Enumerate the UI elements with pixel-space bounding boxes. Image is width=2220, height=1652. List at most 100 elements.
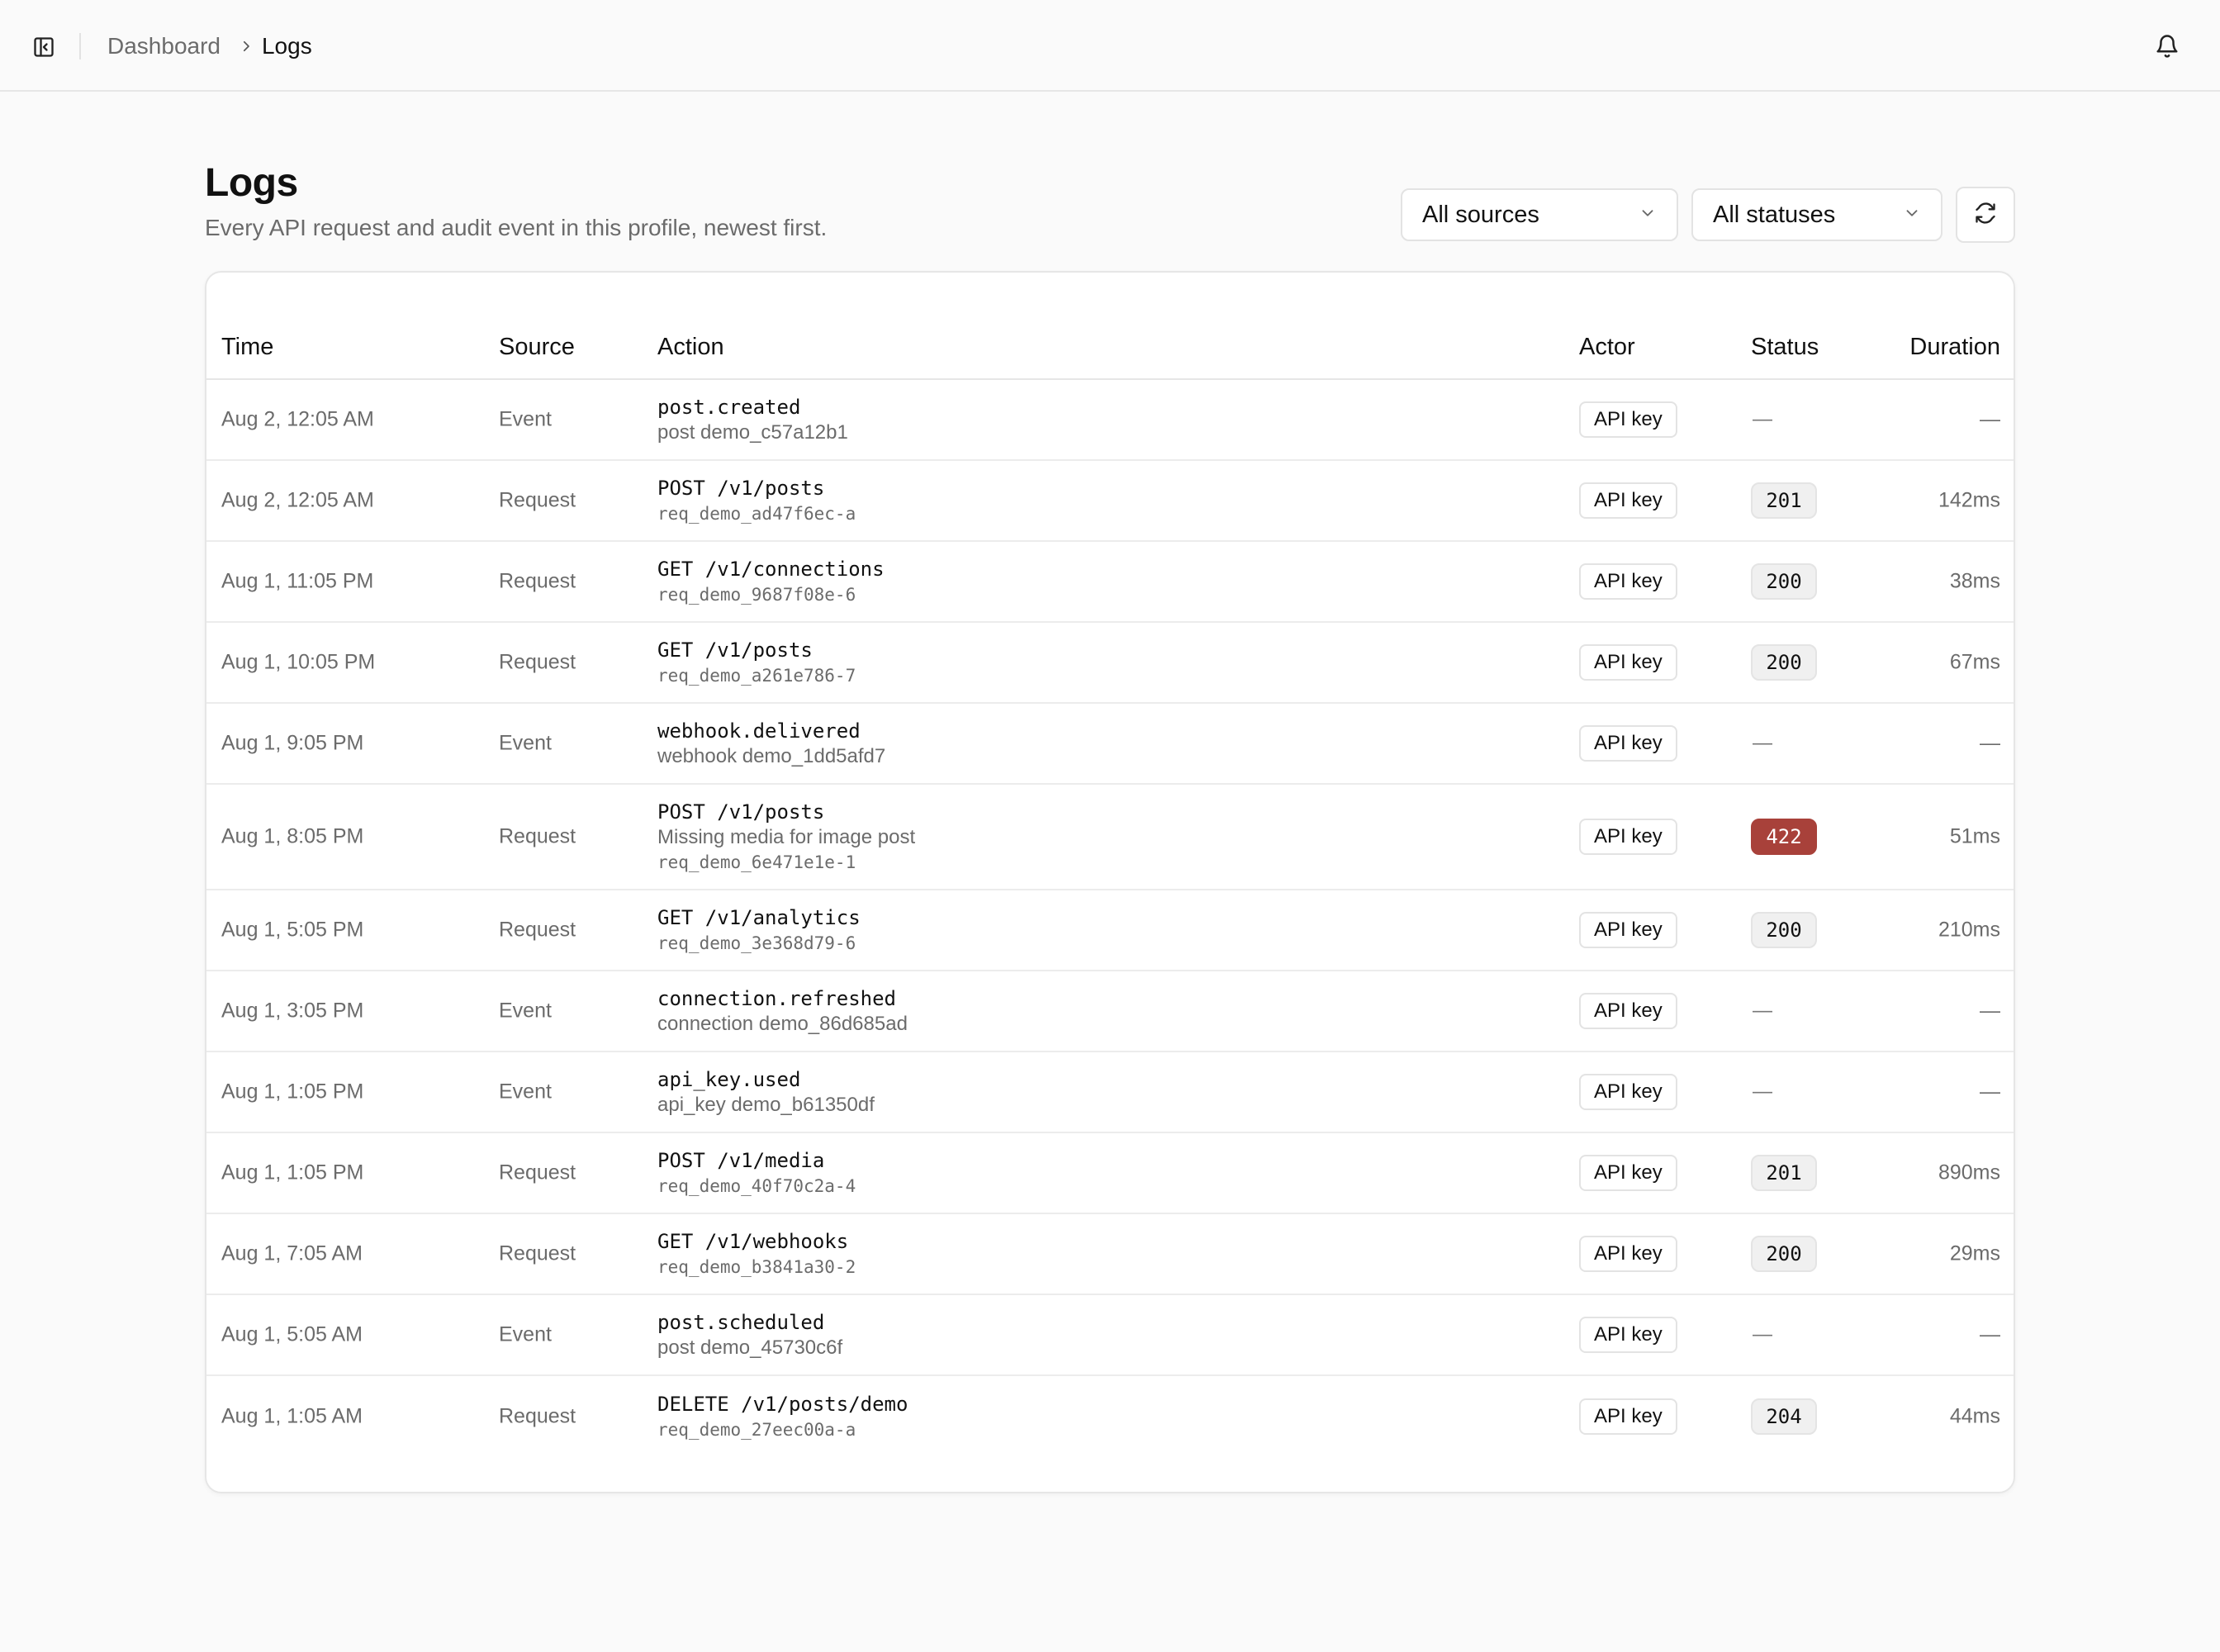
row-action-detail: req_demo_6e471e1e-1	[657, 852, 856, 872]
row-action: api_key.used api_key demo_b61350df	[657, 1066, 875, 1118]
status-badge: 200	[1751, 912, 1817, 948]
row-action-detail: req_demo_ad47f6ec-a	[657, 504, 856, 524]
row-action: webhook.delivered webhook demo_1dd5afd7	[657, 718, 885, 769]
table-row[interactable]: Aug 1, 5:05 PM Request GET /v1/analytics re…	[206, 890, 2014, 971]
row-action: GET /v1/analytics req_demo_3e368d79-6	[657, 904, 861, 956]
row-duration: 29ms	[1949, 1241, 2000, 1265]
row-source: Request	[499, 1161, 576, 1184]
column-header-action: Action	[657, 334, 724, 360]
row-duration: 67ms	[1949, 650, 2000, 674]
row-source: Request	[499, 569, 576, 593]
row-action-name: GET /v1/posts	[657, 638, 813, 662]
row-duration: 142ms	[1938, 488, 2000, 512]
breadcrumb: Dashboard Logs	[107, 0, 312, 92]
table-row[interactable]: Aug 1, 11:05 PM Request GET /v1/connection…	[206, 542, 2014, 623]
table-row[interactable]: Aug 1, 3:05 PM Event connection.refreshed c…	[206, 971, 2014, 1052]
actor-badge: API key	[1579, 912, 1677, 948]
row-source: Request	[499, 650, 576, 674]
row-action-name: POST /v1/posts	[657, 477, 825, 500]
row-time: Aug 1, 11:05 PM	[221, 569, 374, 593]
top-bar: Dashboard Logs	[0, 0, 2220, 92]
table-row[interactable]: Aug 1, 7:05 AM Request GET /v1/webhooks req…	[206, 1214, 2014, 1295]
table-row[interactable]: Aug 1, 1:05 PM Event api_key.used api_key d…	[206, 1052, 2014, 1133]
table-row[interactable]: Aug 1, 1:05 AM Request DELETE /v1/posts/de…	[206, 1376, 2014, 1457]
row-duration: 210ms	[1938, 918, 2000, 942]
row-time: Aug 1, 1:05 AM	[221, 1404, 363, 1428]
actor-badge: API key	[1579, 725, 1677, 762]
row-time: Aug 1, 3:05 PM	[221, 999, 364, 1023]
status-filter-select[interactable]: All statuses	[1691, 188, 1942, 241]
actor-badge: API key	[1579, 1074, 1677, 1110]
row-source: Request	[499, 1404, 576, 1428]
row-action-name: GET /v1/analytics	[657, 906, 861, 929]
row-time: Aug 2, 12:05 AM	[221, 407, 374, 431]
row-action-name: DELETE /v1/posts/demo	[657, 1393, 908, 1416]
column-header-source: Source	[499, 334, 575, 360]
row-action-name: GET /v1/connections	[657, 558, 885, 581]
row-time: Aug 1, 8:05 PM	[221, 824, 364, 848]
actor-badge: API key	[1579, 1317, 1677, 1353]
chevron-right-icon	[239, 39, 254, 54]
row-duration: 44ms	[1949, 1404, 2000, 1428]
row-action-detail: req_demo_40f70c2a-4	[657, 1176, 856, 1196]
actor-badge: API key	[1579, 482, 1677, 519]
actor-badge: API key	[1579, 1155, 1677, 1191]
row-action-name: api_key.used	[657, 1068, 801, 1091]
row-action-name: connection.refreshed	[657, 987, 896, 1010]
status-empty: —	[1753, 732, 1772, 754]
row-action-detail: post demo_45730c6f	[657, 1336, 843, 1359]
page-title: Logs	[205, 161, 298, 205]
row-source: Event	[499, 1080, 552, 1104]
table-row[interactable]: Aug 1, 10:05 PM Request GET /v1/posts req_d…	[206, 623, 2014, 704]
row-action: GET /v1/webhooks req_demo_b3841a30-2	[657, 1228, 856, 1279]
row-action-detail: webhook demo_1dd5afd7	[657, 745, 886, 767]
row-duration: —	[1980, 1322, 2000, 1346]
row-action: post.scheduled post demo_45730c6f	[657, 1309, 842, 1360]
sidebar-toggle-icon[interactable]	[30, 33, 58, 61]
status-badge: 201	[1751, 1155, 1817, 1191]
column-header-status: Status	[1751, 334, 1819, 360]
row-action: DELETE /v1/posts/demo req_demo_27eec00a-a	[657, 1391, 908, 1442]
page-subtitle: Every API request and audit event in thi…	[205, 215, 828, 240]
status-filter-value: All statuses	[1713, 201, 1836, 228]
row-action: GET /v1/posts req_demo_a261e786-7	[657, 637, 856, 688]
refresh-button[interactable]	[1956, 187, 2015, 243]
row-duration: —	[1980, 407, 2000, 431]
table-row[interactable]: Aug 1, 9:05 PM Event webhook.delivered webh…	[206, 704, 2014, 785]
column-header-actor: Actor	[1579, 334, 1635, 360]
table-row[interactable]: Aug 1, 5:05 AM Event post.scheduled post de…	[206, 1295, 2014, 1376]
actor-badge: API key	[1579, 819, 1677, 855]
actor-badge: API key	[1579, 1398, 1677, 1435]
status-empty: —	[1753, 1080, 1772, 1103]
row-action: POST /v1/posts Missing media for image po…	[657, 799, 915, 875]
logs-table: Time Source Action Actor Status Duration…	[205, 271, 2015, 1493]
table-row[interactable]: Aug 2, 12:05 AM Event post.created post dem…	[206, 380, 2014, 461]
table-row[interactable]: Aug 1, 8:05 PM Request POST /v1/posts Missi…	[206, 785, 2014, 890]
row-action-detail: req_demo_b3841a30-2	[657, 1257, 856, 1277]
breadcrumb-dashboard-link[interactable]: Dashboard	[107, 33, 221, 59]
row-source: Request	[499, 824, 576, 848]
chevron-down-icon	[1639, 202, 1657, 229]
status-empty: —	[1753, 1323, 1772, 1346]
refresh-icon	[1974, 202, 1997, 229]
bell-icon[interactable]	[2152, 31, 2182, 61]
source-filter-select[interactable]: All sources	[1401, 188, 1678, 241]
row-source: Request	[499, 488, 576, 512]
row-action-name: POST /v1/media	[657, 1149, 825, 1172]
table-row[interactable]: Aug 2, 12:05 AM Request POST /v1/posts req_…	[206, 461, 2014, 542]
row-action-name: post.created	[657, 396, 801, 419]
row-action-detail: connection demo_86d685ad	[657, 1013, 908, 1035]
row-time: Aug 1, 10:05 PM	[221, 650, 376, 674]
table-row[interactable]: Aug 1, 1:05 PM Request POST /v1/media req_d…	[206, 1133, 2014, 1214]
row-source: Event	[499, 1322, 552, 1346]
row-time: Aug 1, 7:05 AM	[221, 1241, 363, 1265]
column-header-time: Time	[221, 334, 274, 360]
row-action-detail: api_key demo_b61350df	[657, 1094, 875, 1116]
row-error-message: Missing media for image post	[657, 826, 916, 848]
status-badge: 201	[1751, 482, 1817, 519]
status-badge: 422	[1751, 819, 1817, 855]
row-time: Aug 1, 5:05 PM	[221, 918, 364, 942]
row-time: Aug 1, 9:05 PM	[221, 731, 364, 755]
row-source: Event	[499, 407, 552, 431]
row-source: Event	[499, 731, 552, 755]
